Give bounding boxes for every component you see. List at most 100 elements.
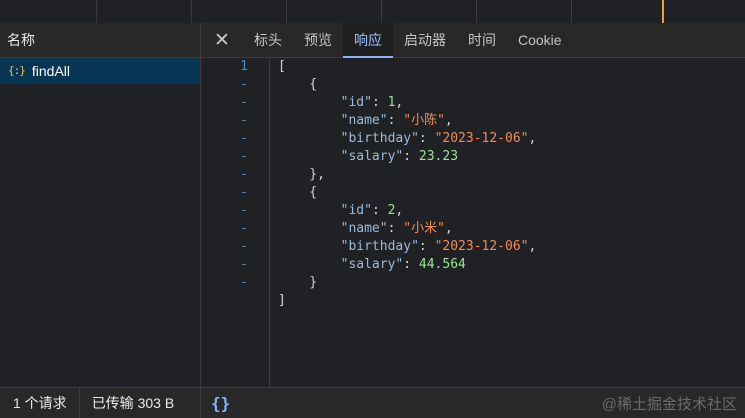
code-token: "小米" xyxy=(403,221,445,236)
tab-initiator[interactable]: 启动器 xyxy=(393,23,457,57)
code-token: : xyxy=(387,221,404,236)
code-token: : xyxy=(371,95,388,110)
code-token: "id" xyxy=(340,95,372,110)
code-line: [ xyxy=(278,58,536,76)
code-token: } xyxy=(278,275,318,290)
code-line: "id": 2, xyxy=(278,202,536,220)
code-token: , xyxy=(395,203,404,218)
timeline-grid-line xyxy=(476,0,477,23)
code-token: , xyxy=(444,113,453,128)
code-token: : xyxy=(371,203,388,218)
timeline-grid-line xyxy=(381,0,382,23)
line-number: - xyxy=(240,113,248,128)
close-icon[interactable]: ✕ xyxy=(201,23,243,57)
code-token: , xyxy=(528,239,537,254)
tab-preview[interactable]: 预览 xyxy=(293,23,343,57)
code-token: , xyxy=(444,221,453,236)
pretty-print-icon[interactable]: {} xyxy=(211,394,230,413)
code-token: "2023-12-06" xyxy=(434,131,529,146)
timeline-grid-line xyxy=(191,0,192,23)
transferred-size: 已传输 303 B xyxy=(91,395,175,411)
request-details-panel: ✕ 标头 预览 响应 启动器 时间 Cookie 1 - - - - - - - - - - - - [… xyxy=(201,23,745,387)
code-token: : xyxy=(418,239,435,254)
code-token: [ xyxy=(278,59,286,74)
timeline-grid-line xyxy=(286,0,287,23)
code-token: "id" xyxy=(340,203,372,218)
code-token: "小陈" xyxy=(403,113,445,128)
timeline-marker xyxy=(662,0,664,23)
code-token: : xyxy=(403,257,419,272)
request-row-findall[interactable]: {:} findAll xyxy=(0,58,200,84)
code-token: : xyxy=(387,113,404,128)
line-number: - xyxy=(240,131,248,146)
response-code: [ { "id": 1, "name": "小陈", "birthday": "… xyxy=(278,58,536,310)
timeline-grid-line xyxy=(571,0,572,23)
tab-response[interactable]: 响应 xyxy=(343,23,393,58)
line-number: - xyxy=(240,149,248,164)
code-line: }, xyxy=(278,166,536,184)
code-token: "name" xyxy=(340,221,388,236)
code-token: "name" xyxy=(340,113,388,128)
details-tab-bar: ✕ 标头 预览 响应 启动器 时间 Cookie xyxy=(201,23,745,58)
code-token: { xyxy=(278,77,318,92)
code-line: "name": "小陈", xyxy=(278,112,536,130)
network-timeline xyxy=(0,0,745,24)
code-token: "birthday" xyxy=(340,131,419,146)
code-token: }, xyxy=(278,167,325,182)
code-line: "salary": 23.23 xyxy=(278,148,536,166)
tab-headers[interactable]: 标头 xyxy=(243,23,293,57)
line-number: - xyxy=(240,77,248,92)
code-token: "salary" xyxy=(340,149,404,164)
request-list-panel: 名称 {:} findAll xyxy=(0,23,201,387)
line-number-gutter: 1 - - - - - - - - - - - - xyxy=(201,58,270,387)
code-line: "id": 1, xyxy=(278,94,536,112)
status-left: 1 个请求 已传输 303 B xyxy=(0,388,201,418)
response-viewer[interactable]: 1 - - - - - - - - - - - - [ { "id": 1, "name": "小陈",… xyxy=(201,58,745,387)
code-line: "birthday": "2023-12-06", xyxy=(278,130,537,148)
code-token: , xyxy=(528,131,537,146)
code-line: ] xyxy=(278,292,536,310)
line-number: - xyxy=(240,257,248,272)
tab-cookies[interactable]: Cookie xyxy=(507,23,573,57)
request-name: findAll xyxy=(31,63,71,79)
line-number: - xyxy=(240,185,248,200)
code-token: : xyxy=(418,131,435,146)
status-bar: 1 个请求 已传输 303 B {} @稀土掘金技术社区 xyxy=(0,387,745,418)
name-column-header[interactable]: 名称 xyxy=(0,23,200,58)
tab-timing[interactable]: 时间 xyxy=(457,23,507,57)
code-token: { xyxy=(278,185,318,200)
line-number: 1 xyxy=(240,59,248,74)
watermark: @稀土掘金技术社区 xyxy=(601,395,737,413)
code-token: 44.564 xyxy=(418,257,466,272)
timeline-grid-line xyxy=(96,0,97,23)
code-token: "2023-12-06" xyxy=(434,239,529,254)
line-number: - xyxy=(240,275,248,290)
code-line: "birthday": "2023-12-06", xyxy=(278,238,537,256)
code-token: "birthday" xyxy=(340,239,419,254)
code-token: , xyxy=(395,95,404,110)
json-icon: {:} xyxy=(8,64,26,77)
request-count: 1 个请求 xyxy=(0,388,80,418)
code-line: "name": "小米", xyxy=(278,220,536,238)
line-number: - xyxy=(240,239,248,254)
code-token: : xyxy=(403,149,419,164)
code-line: { xyxy=(278,184,536,202)
code-token: ] xyxy=(278,293,286,308)
code-line: { xyxy=(278,76,536,94)
line-number: - xyxy=(240,221,248,236)
line-number: - xyxy=(240,203,248,218)
code-line: "salary": 44.564 xyxy=(278,256,536,274)
code-token: "salary" xyxy=(340,257,404,272)
code-line: } xyxy=(278,274,536,292)
code-token: 23.23 xyxy=(418,149,459,164)
line-number: - xyxy=(240,95,248,110)
line-number: - xyxy=(240,167,248,182)
